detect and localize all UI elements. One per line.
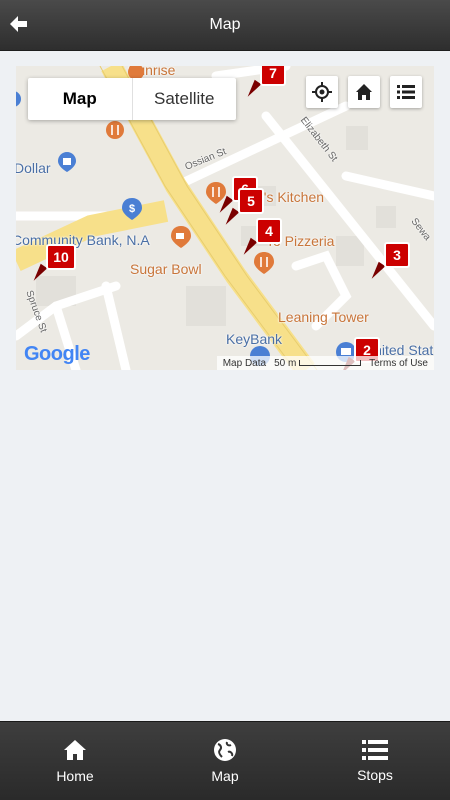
stop-marker-7[interactable]: 7: [244, 66, 290, 106]
nav-map-label: Map: [211, 768, 239, 784]
scale-label: 50 m: [274, 357, 297, 369]
marker-number: 3: [384, 242, 410, 268]
marker-number: 5: [238, 188, 264, 214]
cafe-icon: [171, 226, 191, 248]
marker-number: 4: [256, 218, 282, 244]
restaurant-icon: [106, 121, 124, 139]
locate-icon: [312, 82, 332, 102]
bank-icon: $: [122, 198, 142, 220]
google-logo-text: Google: [24, 343, 90, 365]
poi-community-bank[interactable]: Community Bank, N.A: [16, 232, 150, 248]
map-type-map-button[interactable]: Map: [28, 78, 133, 120]
map-type-satellite-button[interactable]: Satellite: [133, 78, 237, 120]
marker-number: 10: [46, 244, 76, 270]
map-scale: 50 m: [274, 357, 362, 369]
nav-stops[interactable]: Stops: [300, 722, 450, 800]
map-view[interactable]: Sunrise Dollar g's Kitchen To Pizzeria C…: [16, 66, 434, 370]
map-attribution: Map Data 50 m Terms of Use: [216, 356, 434, 370]
marker-number: 7: [260, 66, 286, 86]
home-icon: [356, 84, 372, 100]
list-icon: [397, 85, 415, 99]
list-icon: [362, 740, 388, 760]
home-button[interactable]: [348, 76, 380, 108]
shopping-bag-icon: [58, 152, 76, 172]
terms-link[interactable]: Terms of Use: [369, 358, 428, 369]
stop-marker-4[interactable]: 4: [240, 218, 286, 264]
bottom-navigation: Home Map Stops: [0, 721, 450, 800]
nav-home[interactable]: Home: [0, 722, 150, 800]
poi-dollar[interactable]: Dollar: [16, 160, 51, 176]
list-button[interactable]: [390, 76, 422, 108]
stop-marker-3[interactable]: 3: [368, 242, 414, 288]
stop-marker-10[interactable]: 10: [30, 244, 76, 290]
google-logo[interactable]: Google: [24, 343, 90, 366]
nav-map[interactable]: Map: [150, 722, 300, 800]
globe-icon: [214, 739, 236, 761]
poi-keybank[interactable]: KeyBank: [226, 331, 282, 347]
map-type-control: Map Satellite: [28, 78, 236, 120]
svg-text:$: $: [129, 203, 135, 215]
nav-stops-label: Stops: [357, 767, 393, 783]
nav-home-label: Home: [56, 768, 94, 784]
poi-sugar-bowl[interactable]: Sugar Bowl: [130, 261, 202, 277]
poi-leaning-tower[interactable]: Leaning Tower: [278, 309, 369, 325]
page-title: Map: [209, 16, 241, 33]
scale-bar: [299, 359, 362, 366]
app-header: Map: [0, 0, 450, 51]
home-icon: [64, 740, 86, 760]
locate-button[interactable]: [306, 76, 338, 108]
map-data-link[interactable]: Map Data: [223, 358, 266, 369]
location-pin-icon: [16, 91, 21, 107]
